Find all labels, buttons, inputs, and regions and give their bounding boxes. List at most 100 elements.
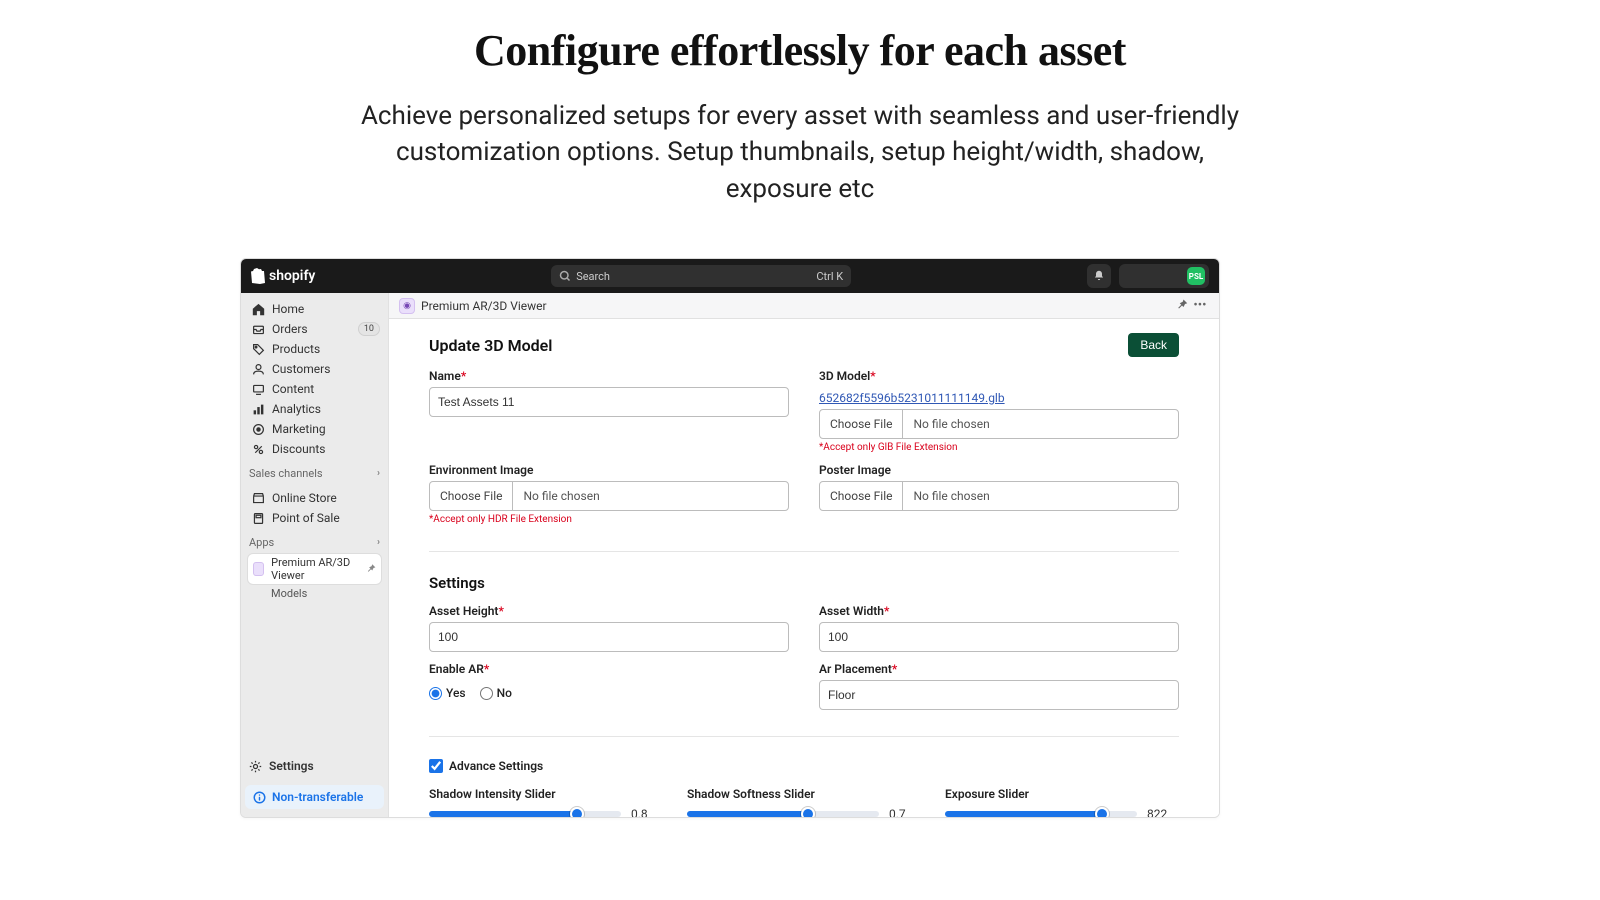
info-icon: [253, 791, 266, 804]
sidebar-item-home[interactable]: Home: [245, 299, 384, 319]
search-shortcut: Ctrl K: [816, 270, 843, 283]
user-menu[interactable]: PSL: [1119, 264, 1209, 288]
exposure-slider[interactable]: [945, 811, 1137, 817]
sidebar-item-products[interactable]: Products: [245, 339, 384, 359]
app-header-title: Premium AR/3D Viewer: [421, 299, 547, 313]
user-icon: [251, 362, 265, 376]
placement-label: Ar Placement*: [819, 662, 1179, 676]
bell-icon: [1093, 270, 1105, 282]
model-file-link[interactable]: 652682f5596b5231011111149.glb: [819, 391, 1005, 405]
sidebar-item-label: Online Store: [272, 491, 337, 505]
poster-file-input[interactable]: Choose File No file chosen: [819, 481, 1179, 511]
model-file-input[interactable]: Choose File No file chosen: [819, 409, 1179, 439]
more-button[interactable]: •••: [1191, 298, 1209, 313]
choose-file-button[interactable]: Choose File: [430, 482, 513, 510]
app-window: shopify Search Ctrl K PSL: [240, 258, 1220, 818]
settings-label: Settings: [269, 759, 314, 773]
radio-label: Yes: [446, 686, 466, 700]
radio-no-input[interactable]: [480, 687, 493, 700]
choose-file-button[interactable]: Choose File: [820, 410, 903, 438]
sidebar-item-pos[interactable]: Point of Sale: [245, 508, 384, 528]
store-icon: [251, 491, 265, 505]
shopify-logo: shopify: [251, 268, 315, 284]
logo-text: shopify: [269, 268, 315, 284]
section-sales-channels[interactable]: Sales channels ›: [241, 459, 388, 482]
device-icon: [251, 382, 265, 396]
divider: [429, 551, 1179, 552]
pin-button[interactable]: [1173, 298, 1191, 314]
sidebar-item-label: Orders: [272, 322, 308, 336]
width-label: Asset Width*: [819, 604, 1179, 618]
page-title: Update 3D Model: [429, 336, 552, 355]
sidebar-item-label: Marketing: [272, 422, 326, 436]
sidebar-sub-models[interactable]: Models: [245, 585, 384, 602]
sidebar-item-customers[interactable]: Customers: [245, 359, 384, 379]
env-hint: *Accept only HDR File Extension: [429, 514, 789, 525]
sidebar-item-label: Products: [272, 342, 320, 356]
radio-yes[interactable]: Yes: [429, 686, 466, 700]
sidebar-item-analytics[interactable]: Analytics: [245, 399, 384, 419]
height-input[interactable]: [429, 622, 789, 652]
search-placeholder: Search: [576, 270, 610, 283]
shadow-intensity-slider[interactable]: [429, 811, 621, 817]
name-label: Name*: [429, 369, 789, 383]
sidebar-settings[interactable]: Settings: [241, 753, 388, 779]
shadow-intensity-value: 0.8: [631, 807, 663, 817]
sidebar-item-label: Point of Sale: [272, 511, 340, 525]
shadow-intensity-label: Shadow Intensity Slider: [429, 787, 663, 801]
non-transferable-banner[interactable]: Non-transferable: [245, 785, 384, 809]
no-file-text: No file chosen: [513, 489, 609, 503]
shadow-softness-value: 0.7: [889, 807, 921, 817]
model-hint: *Accept only GlB File Extension: [819, 442, 1179, 453]
hero-subtitle: Achieve personalized setups for every as…: [360, 98, 1240, 207]
model-label: 3D Model*: [819, 369, 1179, 383]
height-label: Asset Height*: [429, 604, 789, 618]
exposure-value: 822: [1147, 807, 1179, 817]
pin-icon[interactable]: [366, 562, 376, 576]
sidebar-item-discounts[interactable]: Discounts: [245, 439, 384, 459]
notifications-button[interactable]: [1087, 264, 1111, 288]
env-file-input[interactable]: Choose File No file chosen: [429, 481, 789, 511]
env-label: Environment Image: [429, 463, 789, 477]
sidebar-item-content[interactable]: Content: [245, 379, 384, 399]
sidebar-item-orders[interactable]: Orders 10: [245, 319, 384, 339]
avatar: PSL: [1187, 267, 1205, 285]
gear-icon: [249, 760, 262, 773]
advance-checkbox[interactable]: [429, 759, 443, 773]
radio-yes-input[interactable]: [429, 687, 442, 700]
hero-title: Configure effortlessly for each asset: [250, 25, 1350, 76]
search-icon: [559, 270, 571, 282]
advance-label: Advance Settings: [449, 759, 543, 773]
sidebar-item-premium-ar[interactable]: Premium AR/3D Viewer: [247, 553, 382, 585]
radio-label: No: [497, 686, 512, 700]
no-file-text: No file chosen: [903, 489, 999, 503]
back-button[interactable]: Back: [1128, 333, 1179, 357]
section-apps[interactable]: Apps ›: [241, 528, 388, 551]
placement-input[interactable]: [819, 680, 1179, 710]
non-transferable-label: Non-transferable: [272, 790, 363, 804]
settings-heading: Settings: [429, 574, 1179, 592]
embedded-app-header: ◉ Premium AR/3D Viewer •••: [389, 293, 1219, 319]
pos-icon: [251, 511, 265, 525]
sidebar-item-online-store[interactable]: Online Store: [245, 488, 384, 508]
tag-icon: [251, 342, 265, 356]
poster-label: Poster Image: [819, 463, 1179, 477]
chart-icon: [251, 402, 265, 416]
sidebar-item-label: Home: [272, 302, 304, 316]
shadow-softness-label: Shadow Softness Slider: [687, 787, 921, 801]
home-icon: [251, 302, 265, 316]
section-label: Sales channels: [249, 467, 323, 480]
name-input[interactable]: [429, 387, 789, 417]
shadow-softness-slider[interactable]: [687, 811, 879, 817]
orders-badge: 10: [358, 322, 380, 336]
section-label: Apps: [249, 536, 274, 549]
search-input[interactable]: Search Ctrl K: [551, 265, 851, 287]
radio-no[interactable]: No: [480, 686, 512, 700]
percent-icon: [251, 442, 265, 456]
sidebar-item-marketing[interactable]: Marketing: [245, 419, 384, 439]
choose-file-button[interactable]: Choose File: [820, 482, 903, 510]
width-input[interactable]: [819, 622, 1179, 652]
no-file-text: No file chosen: [903, 417, 999, 431]
sidebar: Home Orders 10 Products Customers: [241, 293, 389, 817]
sidebar-item-label: Analytics: [272, 402, 321, 416]
